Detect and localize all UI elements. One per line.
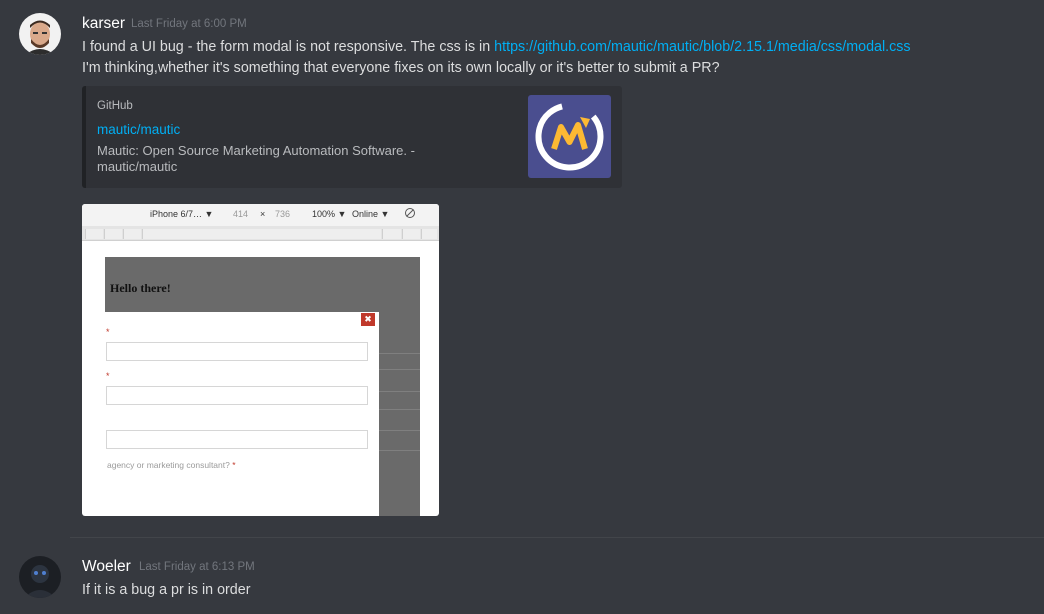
page-heading: Hello there! bbox=[110, 281, 171, 295]
message-karser: karser Last Friday at 6:00 PM I found a … bbox=[0, 0, 1044, 530]
avatar-karser[interactable] bbox=[19, 13, 61, 55]
device-select: iPhone 6/7… ▼ bbox=[150, 209, 214, 219]
message-text: I found a UI bug - the form modal is not… bbox=[82, 39, 495, 55]
avatar-karser-image bbox=[19, 13, 61, 55]
required-mark: * bbox=[232, 460, 236, 470]
devtools-toolbar: iPhone 6/7… ▼ 414 × 736 100% ▼ Online ▼ bbox=[82, 204, 439, 227]
username[interactable]: Woeler bbox=[82, 558, 131, 576]
username[interactable]: karser bbox=[82, 15, 125, 33]
required-mark: * bbox=[106, 327, 110, 337]
devtools-ruler bbox=[82, 226, 439, 241]
image-attachment[interactable]: iPhone 6/7… ▼ 414 × 736 100% ▼ Online ▼ … bbox=[82, 204, 439, 516]
viewport-height: 736 bbox=[275, 209, 291, 219]
embed-description: Mautic: Open Source Marketing Automation… bbox=[97, 143, 415, 174]
message-woeler: Woeler Last Friday at 6:13 PM If it is a… bbox=[0, 540, 1044, 614]
mautic-logo-icon bbox=[535, 102, 604, 171]
message-line: I found a UI bug - the form modal is not… bbox=[82, 39, 911, 55]
zoom-select: 100% ▼ bbox=[312, 209, 347, 219]
form-field bbox=[106, 386, 368, 405]
required-mark: * bbox=[106, 371, 110, 381]
embed-provider[interactable]: GitHub bbox=[97, 100, 133, 112]
embed-title-link[interactable]: mautic/mautic bbox=[97, 122, 180, 137]
avatar-woeler-image bbox=[19, 556, 61, 598]
form-field bbox=[106, 342, 368, 361]
form-question: agency or marketing consultant? * bbox=[107, 460, 236, 470]
times-sign: × bbox=[260, 209, 266, 219]
avatar-woeler[interactable] bbox=[19, 556, 61, 598]
github-link[interactable]: https://github.com/mautic/mautic/blob/2.… bbox=[494, 39, 910, 55]
message-line: I'm thinking,whether it's something that… bbox=[82, 60, 720, 76]
viewport-width: 414 bbox=[233, 209, 249, 219]
mautic-logo-thumbnail[interactable] bbox=[528, 95, 611, 178]
timestamp: Last Friday at 6:00 PM bbox=[131, 18, 247, 30]
link-embed: GitHub mautic/mautic Mautic: Open Source… bbox=[82, 86, 622, 188]
network-select: Online ▼ bbox=[352, 209, 390, 219]
rotate-icon bbox=[404, 207, 416, 221]
message-divider bbox=[70, 537, 1044, 538]
close-icon: ✖ bbox=[361, 313, 375, 326]
message-text: If it is a bug a pr is in order bbox=[82, 582, 251, 598]
form-field bbox=[106, 430, 368, 449]
timestamp: Last Friday at 6:13 PM bbox=[139, 561, 255, 573]
